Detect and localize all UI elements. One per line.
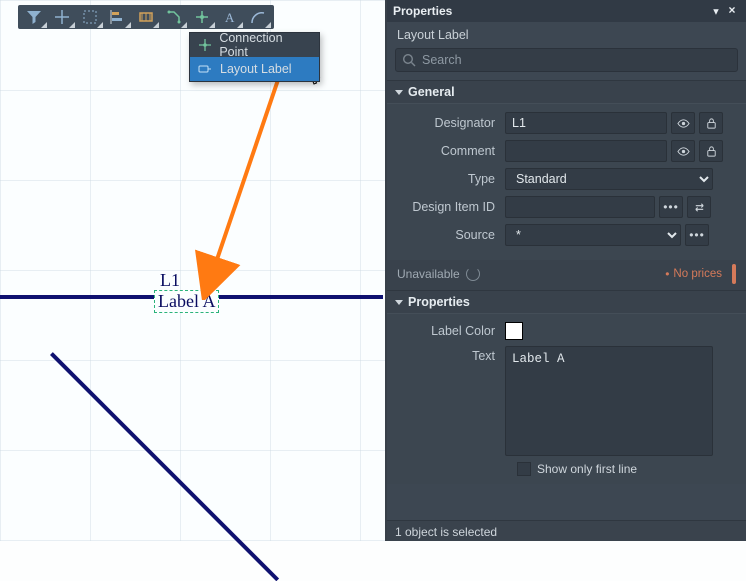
show-only-first-line-label: Show only first line [537, 462, 637, 476]
lock-toggle[interactable] [699, 140, 723, 162]
label-color-swatch[interactable] [505, 322, 523, 340]
filter-icon[interactable] [20, 5, 48, 29]
menu-item-layout-label[interactable]: Layout Label [190, 57, 319, 81]
menu-item-connection-point[interactable]: Connection Point [190, 33, 319, 57]
select-box-icon[interactable] [76, 5, 104, 29]
search-icon [402, 53, 416, 67]
designator-input[interactable] [505, 112, 667, 134]
label-comment: Comment [397, 144, 505, 158]
section-properties-body: Label Color Text Show only first line [387, 313, 746, 484]
properties-panel: Properties ▾ × Layout Label General Desi… [385, 0, 746, 541]
ellipsis-button[interactable]: ••• [659, 196, 683, 218]
connection-icon [196, 38, 213, 52]
chevron-down-icon [395, 300, 403, 305]
type-select[interactable]: Standard [505, 168, 713, 190]
text-textarea[interactable] [505, 346, 713, 456]
layout-label-icon [196, 62, 214, 76]
chevron-down-icon [395, 90, 403, 95]
align-icon[interactable] [104, 5, 132, 29]
swap-button[interactable] [687, 196, 711, 218]
svg-text:A: A [225, 10, 235, 25]
connection-icon[interactable] [188, 5, 216, 29]
bus-icon[interactable] [132, 5, 160, 29]
section-general-body: Designator Comment [387, 103, 746, 260]
spinner-icon[interactable] [466, 267, 480, 281]
label-source: Source [397, 228, 505, 242]
label-design-item-id: Design Item ID [397, 200, 505, 214]
canvas-layout-label[interactable]: Label A [154, 290, 219, 313]
panel-title: Properties [393, 4, 452, 18]
net-icon[interactable] [160, 5, 188, 29]
wire-diagonal[interactable] [50, 352, 279, 581]
visibility-toggle[interactable] [671, 112, 695, 134]
label-text: Text [397, 349, 505, 363]
arc-icon[interactable] [244, 5, 272, 29]
annotation-arrow [180, 70, 320, 300]
schematic-toolbar: A [18, 5, 274, 29]
design-item-id-input[interactable] [505, 196, 655, 218]
panel-titlebar[interactable]: Properties ▾ × [387, 0, 746, 22]
pricing-bullet: • [665, 267, 669, 281]
comment-input[interactable] [505, 140, 667, 162]
pricing-noprices: No prices [673, 268, 722, 280]
source-select[interactable]: * [505, 224, 681, 246]
panel-close-icon[interactable]: × [724, 4, 740, 18]
menu-item-label: Connection Point [219, 31, 311, 59]
pricing-status: Unavailable [397, 267, 460, 281]
section-properties-header[interactable]: Properties [387, 290, 746, 313]
canvas-designator: L1 [160, 270, 180, 291]
place-context-menu: Connection Point Layout Label [189, 32, 320, 82]
section-header-label: Properties [408, 295, 470, 309]
menu-item-label: Layout Label [220, 62, 292, 76]
crosshair-icon[interactable] [48, 5, 76, 29]
text-icon[interactable]: A [216, 5, 244, 29]
section-header-label: General [408, 85, 455, 99]
label-label-color: Label Color [397, 324, 505, 338]
label-designator: Designator [397, 116, 505, 130]
label-type: Type [397, 172, 505, 186]
lock-toggle[interactable] [699, 112, 723, 134]
panel-dropdown-icon[interactable]: ▾ [708, 4, 724, 19]
ellipsis-button[interactable]: ••• [685, 224, 709, 246]
visibility-toggle[interactable] [671, 140, 695, 162]
pricing-bar: Unavailable • No prices [387, 260, 746, 290]
status-bar: 1 object is selected [387, 520, 746, 541]
section-general-header[interactable]: General [387, 80, 746, 103]
panel-subtype: Layout Label [387, 22, 746, 48]
show-only-first-line-checkbox[interactable] [517, 462, 531, 476]
search-input[interactable] [395, 48, 738, 72]
